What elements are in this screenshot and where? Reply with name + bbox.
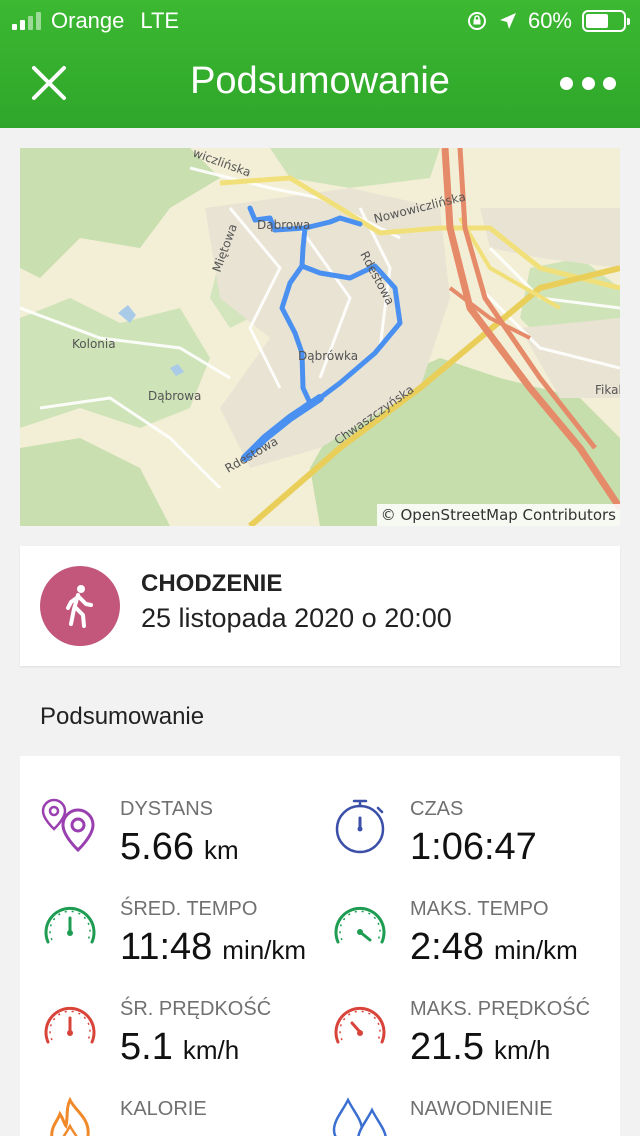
- stat-value: 21.5 km/h: [410, 1026, 550, 1069]
- stat-label: CZAS: [410, 798, 464, 820]
- battery-icon: [582, 10, 630, 32]
- stat-number: 2:48: [410, 926, 484, 968]
- stat-max-pace: MAKS. TEMPO 2:48 min/km: [330, 896, 620, 986]
- stat-label: ŚRED. TEMPO: [120, 898, 258, 920]
- stat-label: MAKS. PRĘDKOŚĆ: [410, 998, 591, 1020]
- flame-icon: [50, 1096, 90, 1136]
- stat-value: 1:06:47: [410, 826, 537, 869]
- activity-card: CHODZENIE 25 listopada 2020 o 20:00: [20, 546, 620, 666]
- gauge-green-icon: [44, 906, 96, 944]
- stat-number: 5.66: [120, 826, 194, 868]
- stat-hydration: NAWODNIENIE: [330, 1096, 620, 1136]
- stat-unit: km/h: [493, 1035, 551, 1065]
- stat-value: 5.66 km: [120, 826, 239, 869]
- activity-type: CHODZENIE: [141, 570, 283, 597]
- more-options-button[interactable]: [560, 68, 616, 98]
- stat-unit: min/km: [222, 935, 307, 965]
- network-label: LTE: [140, 8, 180, 33]
- stat-unit: km: [203, 835, 239, 865]
- summary-card: DYSTANS 5.66 km CZAS 1:06:47 ŚRED. TEMPO …: [20, 756, 620, 1136]
- map-canvas[interactable]: Nowowiczlińska Dąbrowa Miętowa Rdestowa …: [20, 148, 620, 526]
- stat-number: 21.5: [410, 1026, 484, 1068]
- stat-unit: km/h: [182, 1035, 240, 1065]
- stat-avg-speed: ŚR. PRĘDKOŚĆ 5.1 km/h: [40, 996, 330, 1086]
- map-pins-icon: [41, 798, 95, 853]
- activity-date: 25 listopada 2020 o 20:00: [141, 603, 452, 633]
- map-label: Fikak: [595, 383, 620, 397]
- stat-number: 5.1: [120, 1026, 173, 1068]
- summary-section-title: Podsumowanie: [40, 703, 205, 730]
- battery-percent: 60%: [527, 8, 572, 33]
- more-dot-icon: [603, 76, 616, 90]
- stat-label: KALORIE: [120, 1098, 207, 1120]
- map-attribution[interactable]: © OpenStreetMap Contributors: [376, 504, 620, 526]
- stat-value: 11:48 min/km: [120, 926, 306, 969]
- map-label: Kolonia: [72, 337, 116, 351]
- nav-bar: Podsumowanie: [0, 40, 640, 128]
- signal-icon: [12, 12, 41, 30]
- gauge-red-icon: [334, 1006, 386, 1044]
- route-map[interactable]: Nowowiczlińska Dąbrowa Miętowa Rdestowa …: [20, 148, 620, 526]
- stat-number: 11:48: [120, 926, 213, 968]
- water-drops-icon: [332, 1097, 387, 1136]
- gauge-red-icon: [44, 1006, 96, 1044]
- app-header: Orange LTE 60% Podsumowanie: [0, 0, 640, 128]
- walking-activity-icon: [40, 566, 120, 646]
- stat-distance: DYSTANS 5.66 km: [40, 796, 330, 886]
- status-bar: Orange LTE 60%: [0, 0, 640, 40]
- stat-time: CZAS 1:06:47: [330, 796, 620, 886]
- stat-value: 5.1 km/h: [120, 1026, 239, 1069]
- carrier-label: Orange: [51, 8, 125, 33]
- stopwatch-icon: [335, 799, 385, 854]
- stat-unit: min/km: [493, 935, 578, 965]
- stat-label: DYSTANS: [120, 798, 213, 820]
- stat-max-speed: MAKS. PRĘDKOŚĆ 21.5 km/h: [330, 996, 620, 1086]
- stat-avg-pace: ŚRED. TEMPO 11:48 min/km: [40, 896, 330, 986]
- map-label: Dąbrowa: [148, 389, 201, 403]
- map-label: Dąbrowa: [257, 218, 310, 232]
- stat-label: MAKS. TEMPO: [410, 898, 549, 920]
- walking-person-icon: [66, 585, 93, 628]
- map-label: Dąbrówka: [298, 349, 358, 363]
- stat-label: NAWODNIENIE: [410, 1098, 553, 1120]
- location-arrow-icon: [499, 13, 516, 29]
- page-title: Podsumowanie: [190, 60, 450, 102]
- stat-label: ŚR. PRĘDKOŚĆ: [120, 998, 272, 1020]
- more-dot-icon: [581, 76, 595, 90]
- stat-number: 1:06:47: [410, 826, 537, 868]
- stat-calories: KALORIE: [40, 1096, 330, 1136]
- more-dot-icon: [560, 76, 573, 90]
- stat-value: 2:48 min/km: [410, 926, 578, 969]
- gauge-green-icon: [334, 906, 386, 944]
- rotation-lock-icon: [467, 12, 486, 30]
